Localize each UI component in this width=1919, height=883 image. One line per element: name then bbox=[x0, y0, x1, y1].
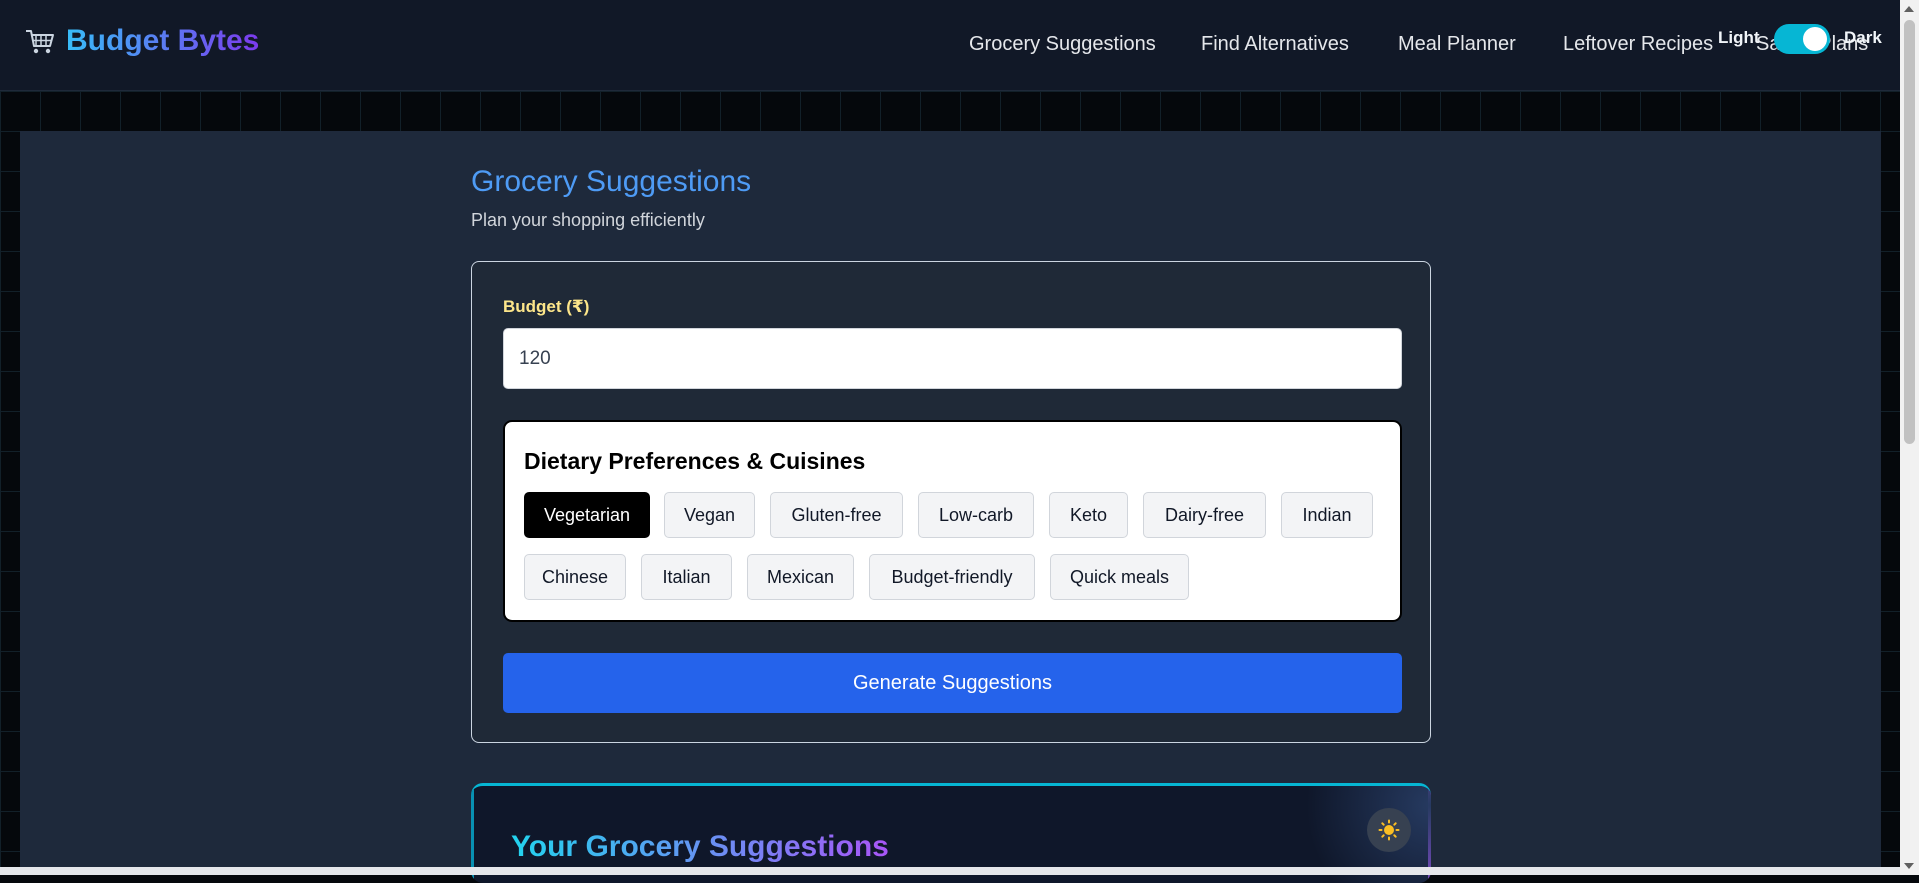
brand[interactable]: Budget Bytes bbox=[24, 24, 259, 58]
scroll-thumb[interactable] bbox=[1904, 20, 1915, 444]
page-subtitle: Plan your shopping efficiently bbox=[471, 210, 705, 230]
dietary-preferences-box: Dietary Preferences & Cuisines Vegetaria… bbox=[503, 420, 1402, 622]
chip-gluten-free[interactable]: Gluten-free bbox=[770, 492, 903, 538]
app-name: Budget Bytes bbox=[66, 24, 260, 57]
theme-switch-knob bbox=[1803, 27, 1827, 51]
results-title: Your Grocery Suggestions bbox=[511, 830, 889, 863]
chip-dairy-free[interactable]: Dairy-free bbox=[1143, 492, 1266, 538]
theme-dark-label: Dark bbox=[1844, 28, 1882, 47]
chip-vegan[interactable]: Vegan bbox=[664, 492, 755, 538]
generate-suggestions-button[interactable]: Generate Suggestions bbox=[503, 653, 1402, 713]
dietary-preferences-title: Dietary Preferences & Cuisines bbox=[524, 448, 866, 474]
chip-chinese[interactable]: Chinese bbox=[524, 554, 626, 600]
vertical-scrollbar[interactable] bbox=[1900, 0, 1919, 875]
top-navbar: Budget Bytes Grocery Suggestions Find Al… bbox=[0, 0, 1900, 91]
budget-label: Budget (₹) bbox=[503, 297, 590, 316]
chip-mexican[interactable]: Mexican bbox=[747, 554, 854, 600]
sun-icon bbox=[1378, 819, 1400, 841]
chip-low-carb[interactable]: Low-carb bbox=[918, 492, 1034, 538]
nav-grocery-suggestions[interactable]: Grocery Suggestions bbox=[969, 33, 1156, 56]
horizontal-scrollbar[interactable] bbox=[0, 867, 1900, 875]
shopping-cart-icon bbox=[26, 30, 54, 54]
scroll-up-arrow-icon[interactable] bbox=[1904, 6, 1914, 12]
budget-input[interactable] bbox=[503, 328, 1402, 389]
grocery-form-card: Budget (₹) Dietary Preferences & Cuisine… bbox=[471, 261, 1431, 743]
theme-light-label: Light bbox=[1718, 28, 1760, 47]
chip-italian[interactable]: Italian bbox=[641, 554, 732, 600]
nav-find-alternatives[interactable]: Find Alternatives bbox=[1201, 33, 1349, 56]
theme-switch[interactable] bbox=[1774, 24, 1830, 54]
results-theme-button[interactable] bbox=[1367, 808, 1411, 852]
scroll-down-arrow-icon[interactable] bbox=[1904, 863, 1914, 869]
nav-meal-planner[interactable]: Meal Planner bbox=[1398, 33, 1516, 56]
chip-keto[interactable]: Keto bbox=[1049, 492, 1128, 538]
page-title: Grocery Suggestions bbox=[471, 165, 752, 198]
chip-budget-friendly[interactable]: Budget-friendly bbox=[869, 554, 1035, 600]
chip-vegetarian[interactable]: Vegetarian bbox=[524, 492, 650, 538]
chip-indian[interactable]: Indian bbox=[1281, 492, 1373, 538]
nav-leftover-recipes[interactable]: Leftover Recipes bbox=[1563, 33, 1713, 56]
chip-quick-meals[interactable]: Quick meals bbox=[1050, 554, 1189, 600]
